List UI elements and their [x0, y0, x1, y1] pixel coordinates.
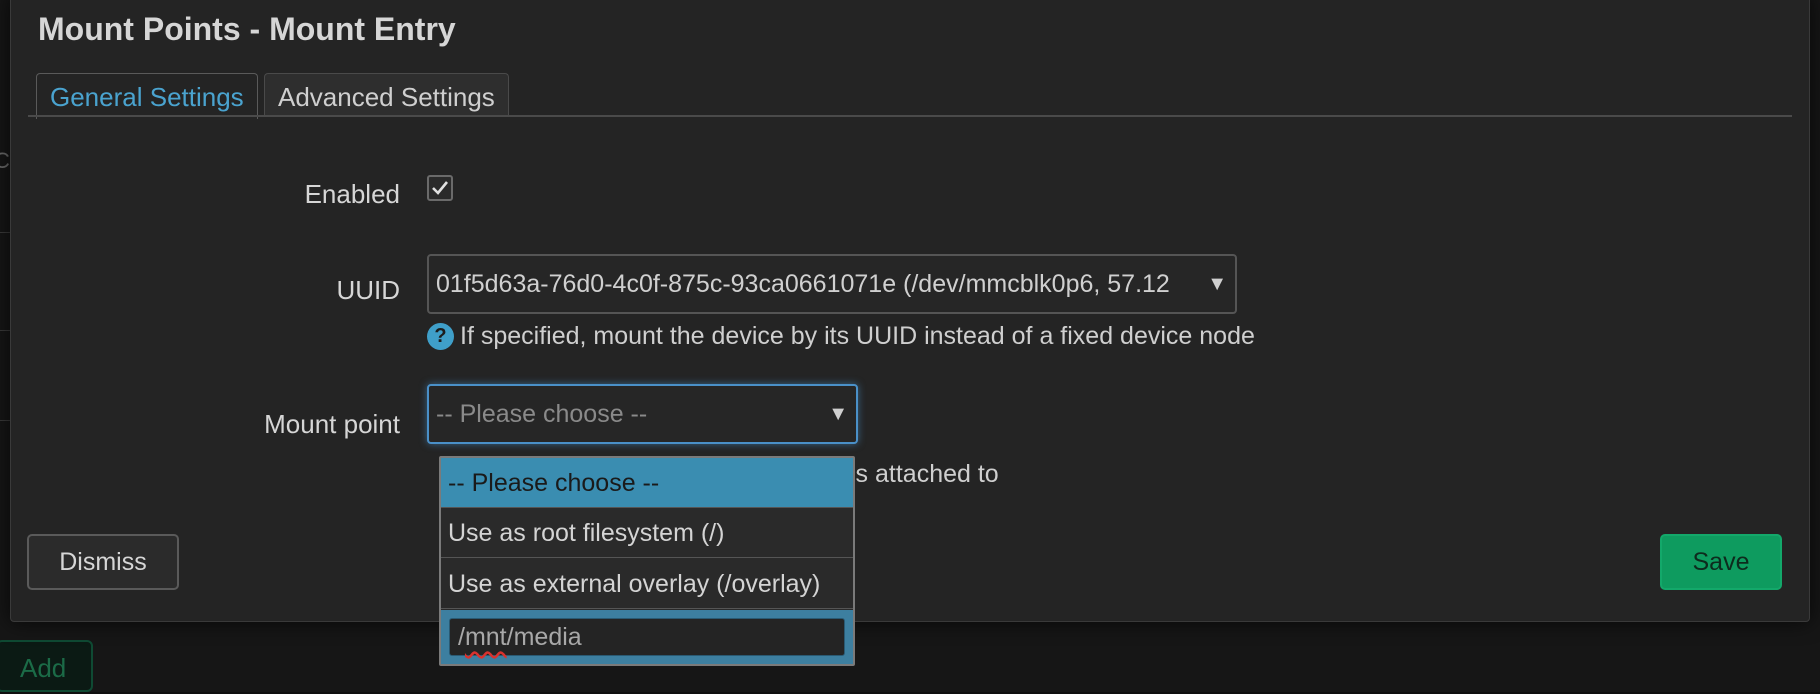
tab-general-settings[interactable]: General Settings: [36, 73, 258, 119]
help-icon: ?: [427, 323, 454, 350]
background-fragment: C: [0, 148, 10, 173]
mount-point-dropdown: -- Please choose -- Use as root filesyst…: [439, 456, 855, 666]
uuid-select-value: 01f5d63a-76d0-4c0f-875c-93ca0661071e (/d…: [436, 270, 1170, 298]
uuid-select[interactable]: 01f5d63a-76d0-4c0f-875c-93ca0661071e (/d…: [427, 254, 1237, 314]
checkmark-icon: [432, 181, 449, 195]
uuid-label: UUID: [336, 275, 400, 305]
custom-mount-point-input[interactable]: /mnt/media: [449, 618, 845, 656]
add-button[interactable]: Add: [0, 640, 93, 692]
uuid-help-text: If specified, mount the device by its UU…: [460, 322, 1255, 350]
mount-point-label: Mount point: [264, 409, 400, 439]
custom-mount-point-value: /mnt/media: [458, 623, 582, 651]
chevron-down-icon: ▼: [1207, 273, 1227, 295]
mount-point-select-value: -- Please choose --: [436, 400, 648, 428]
mount-point-select[interactable]: -- Please choose -- ▼: [427, 384, 858, 444]
tabs-divider: [28, 115, 1792, 117]
save-button[interactable]: Save: [1660, 534, 1782, 590]
dropdown-option-root-filesystem[interactable]: Use as root filesystem (/): [441, 508, 853, 558]
dialog-title: Mount Points - Mount Entry: [38, 11, 456, 47]
uuid-help: ? If specified, mount the device by its U…: [427, 322, 1255, 351]
dropdown-custom-entry: /mnt/media: [441, 610, 853, 664]
tab-advanced-settings[interactable]: Advanced Settings: [264, 73, 509, 117]
dismiss-button[interactable]: Dismiss: [27, 534, 179, 590]
mount-point-help-text: is attached to: [850, 460, 999, 488]
chevron-down-icon: ▼: [828, 403, 848, 425]
dropdown-option-external-overlay[interactable]: Use as external overlay (/overlay): [441, 559, 853, 609]
dropdown-option-please-choose[interactable]: -- Please choose --: [441, 458, 853, 508]
enabled-checkbox[interactable]: [427, 175, 453, 201]
enabled-label: Enabled: [304, 179, 400, 209]
